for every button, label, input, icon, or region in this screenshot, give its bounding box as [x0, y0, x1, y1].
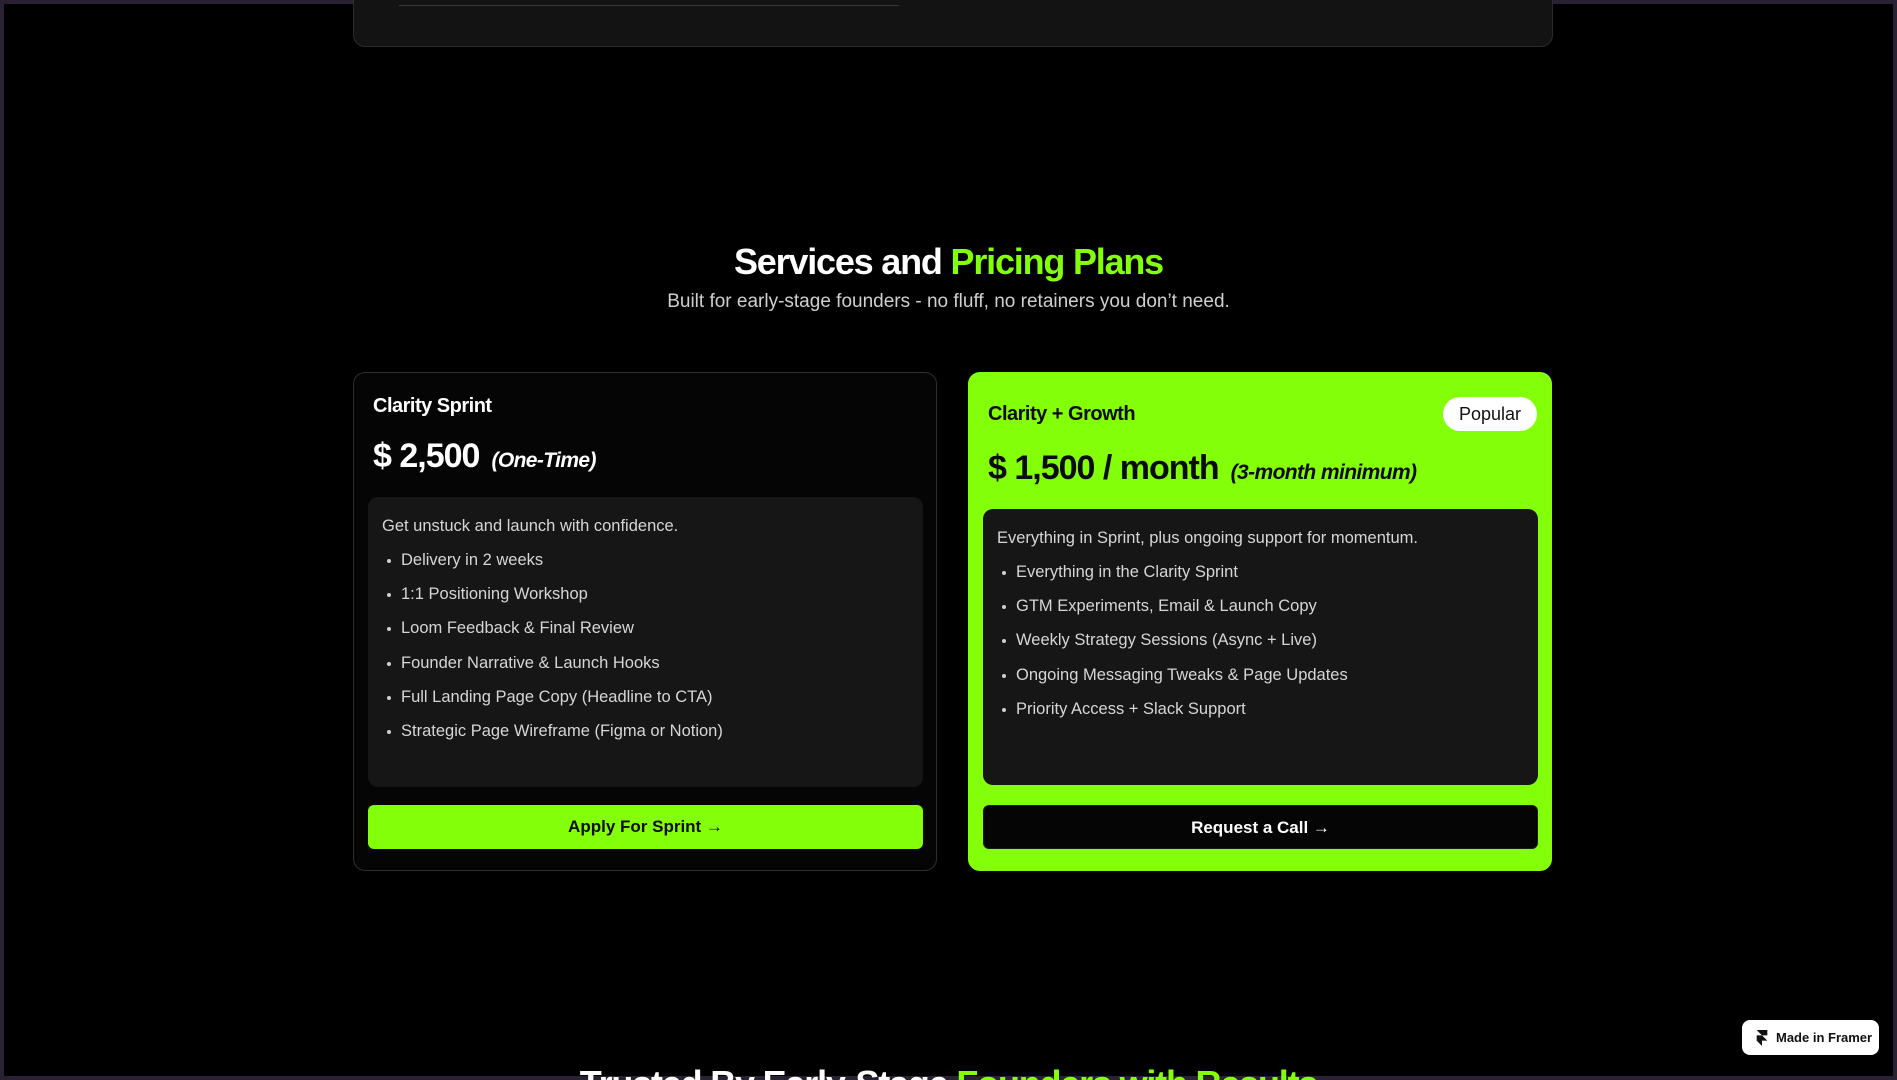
- plan-name: Clarity Sprint: [373, 395, 492, 417]
- feature-item: Everything in the Clarity Sprint: [1002, 561, 1524, 583]
- framer-badge-label: Made in Framer: [1776, 1030, 1873, 1045]
- feature-item: Ongoing Messaging Tweaks & Page Updates: [1002, 664, 1524, 686]
- plan-price: $ 2,500: [373, 437, 480, 475]
- plan-name: Clarity + Growth: [988, 403, 1136, 425]
- plan-description: Everything in Sprint, plus ongoing suppo…: [997, 529, 1418, 547]
- feature-list: Everything in the Clarity Sprint GTM Exp…: [997, 561, 1524, 720]
- next-section-title-accent: Founders with Results: [956, 1063, 1318, 1080]
- plan-card-clarity-growth: Clarity + Growth Popular $ 1,500 / month…: [968, 372, 1552, 871]
- feature-item: Priority Access + Slack Support: [1002, 698, 1524, 720]
- feature-list: Delivery in 2 weeks 1:1 Positioning Work…: [382, 549, 909, 742]
- section-title-main: Services and: [733, 241, 943, 282]
- feature-item: Loom Feedback & Final Review: [387, 617, 909, 639]
- feature-item: Weekly Strategy Sessions (Async + Live): [1002, 629, 1524, 651]
- price-row: $ 2,500 (One-Time): [373, 437, 597, 476]
- plan-features-panel: Everything in Sprint, plus ongoing suppo…: [983, 509, 1538, 785]
- popular-badge: Popular: [1442, 397, 1537, 431]
- feature-item: GTM Experiments, Email & Launch Copy: [1002, 595, 1524, 617]
- previous-section-divider: [399, 5, 899, 6]
- plan-price: $ 1,500 / month: [988, 449, 1220, 487]
- feature-item: Full Landing Page Copy (Headline to CTA): [387, 686, 909, 708]
- plan-price-note: (One-Time): [491, 449, 596, 472]
- feature-item: Strategic Page Wireframe (Figma or Notio…: [387, 720, 909, 742]
- next-section-title: Trusted By Early-Stage Founders with Res…: [0, 1062, 1897, 1080]
- plan-description: Get unstuck and launch with confidence.: [382, 517, 679, 535]
- section-subtitle: Built for early-stage founders - no fluf…: [667, 291, 1230, 312]
- window-frame: [0, 0, 1897, 1080]
- apply-for-sprint-button[interactable]: Apply For Sprint →: [368, 805, 923, 849]
- plan-card-clarity-sprint: Clarity Sprint $ 2,500 (One-Time) Get un…: [353, 372, 937, 871]
- feature-item: Delivery in 2 weeks: [387, 549, 909, 571]
- section-title: Services and Pricing Plans: [0, 240, 1897, 284]
- plan-price-note: (3-month minimum): [1230, 461, 1417, 484]
- previous-section-card: [353, 0, 1553, 47]
- price-row: $ 1,500 / month (3-month minimum): [988, 449, 1417, 488]
- made-in-framer-badge[interactable]: Made in Framer: [1742, 1020, 1879, 1055]
- feature-item: Founder Narrative & Launch Hooks: [387, 652, 909, 674]
- framer-logo-icon: [1756, 1029, 1768, 1046]
- plan-features-panel: Get unstuck and launch with confidence. …: [368, 497, 923, 787]
- request-a-call-button[interactable]: Request a Call →: [983, 805, 1538, 849]
- next-section-title-main: Trusted By Early-Stage: [580, 1063, 949, 1080]
- feature-item: 1:1 Positioning Workshop: [387, 583, 909, 605]
- section-title-accent: Pricing Plans: [950, 241, 1165, 282]
